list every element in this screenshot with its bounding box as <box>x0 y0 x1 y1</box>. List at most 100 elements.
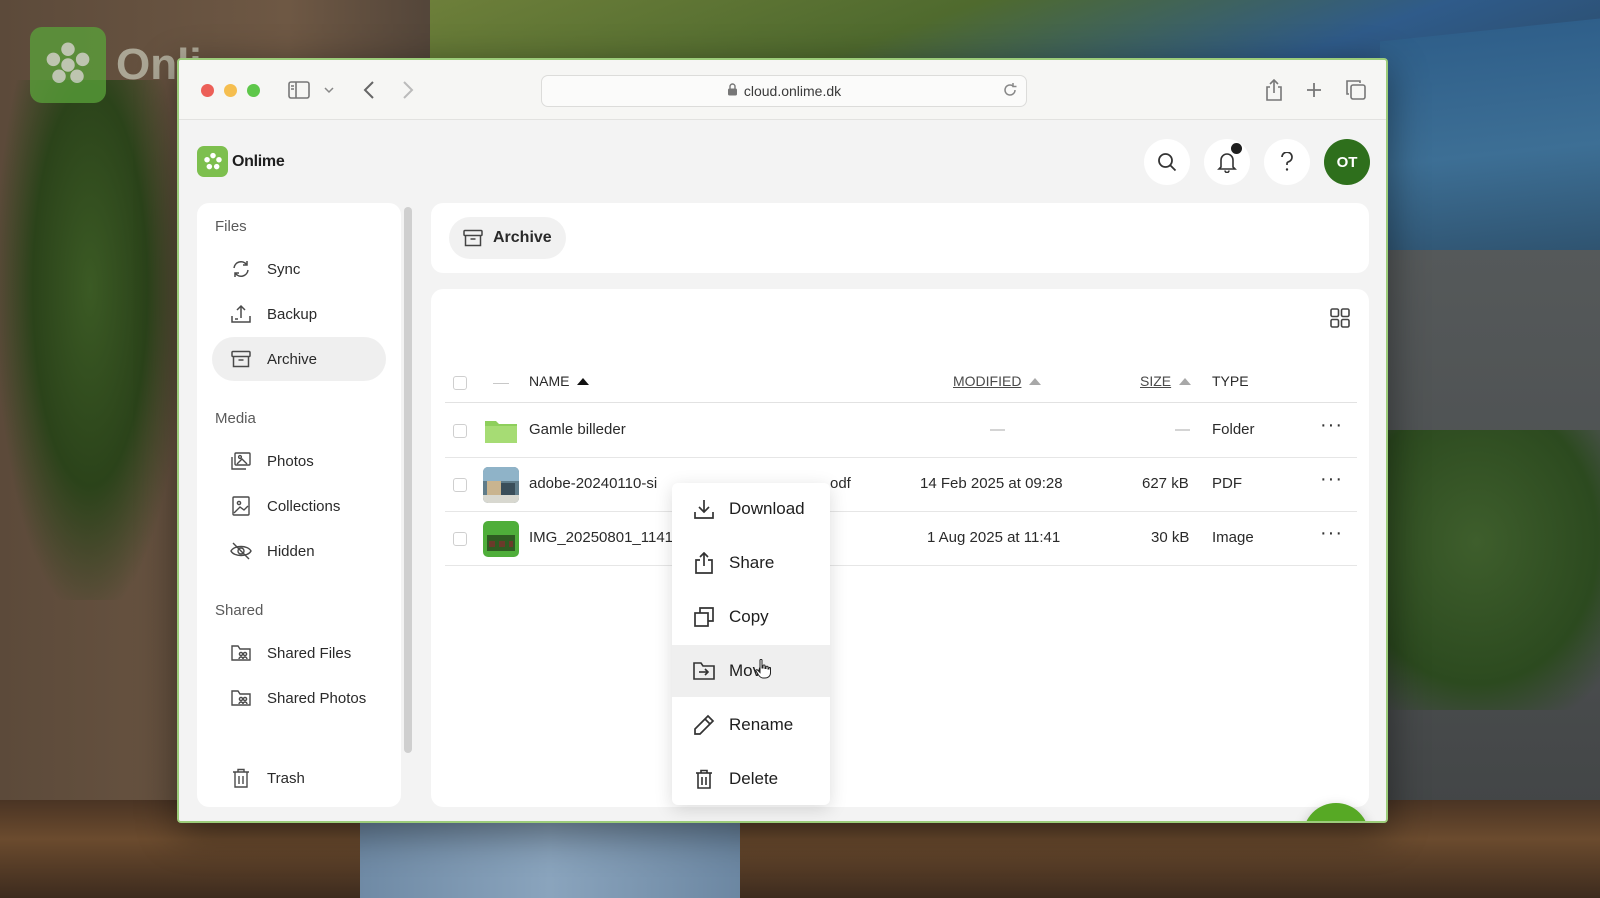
row-checkbox[interactable] <box>453 532 467 546</box>
file-modified: — <box>990 421 1005 438</box>
column-modified-label: MODIFIED <box>953 373 1022 389</box>
photos-icon <box>230 450 252 472</box>
reload-icon[interactable] <box>1002 82 1018 102</box>
search-button[interactable] <box>1144 139 1190 185</box>
menu-item-rename[interactable]: Rename <box>672 699 830 751</box>
row-more-button[interactable]: ··· <box>1320 522 1343 545</box>
bell-icon <box>1217 153 1237 173</box>
browser-toolbar: cloud.onlime.dk <box>179 60 1386 120</box>
row-checkbox[interactable] <box>453 478 467 492</box>
background-plant <box>0 80 180 600</box>
back-icon[interactable] <box>359 78 379 102</box>
download-icon <box>692 497 716 521</box>
zoom-window-button[interactable] <box>247 84 260 97</box>
url-text: cloud.onlime.dk <box>743 83 842 99</box>
menu-item-label: Delete <box>729 769 779 788</box>
breadcrumb-archive[interactable]: Archive <box>449 217 566 259</box>
search-icon <box>1158 153 1177 172</box>
column-size-label: SIZE <box>1140 373 1172 389</box>
trash-icon <box>230 767 252 789</box>
row-more-button[interactable]: ··· <box>1320 414 1343 437</box>
sort-ascending-icon <box>1179 377 1192 385</box>
row-checkbox[interactable] <box>453 424 467 438</box>
sidebar-section-media: Media <box>215 410 256 427</box>
sidebar-item-label: Collections <box>267 497 341 515</box>
menu-item-label: Rename <box>729 715 794 734</box>
lock-icon <box>727 83 738 99</box>
column-name-label: NAME <box>529 373 570 389</box>
header-divider <box>493 383 509 384</box>
sort-ascending-icon <box>1029 377 1042 385</box>
table-row[interactable]: Gamle billeder — — Folder ··· <box>445 404 1357 458</box>
sidebar-item-archive[interactable]: Archive <box>212 337 386 381</box>
file-type: PDF <box>1212 475 1242 492</box>
background-logo-icon <box>30 27 106 103</box>
sidebar-item-shared-files[interactable]: Shared Files <box>212 631 386 675</box>
flower-logo-icon <box>197 146 228 177</box>
tabs-overview-icon[interactable] <box>1344 78 1368 102</box>
background-pillow <box>1380 430 1600 710</box>
shared-photos-icon <box>230 687 252 709</box>
column-header-size[interactable]: SIZE <box>1140 373 1192 389</box>
share-icon <box>692 551 716 575</box>
avatar[interactable]: OT <box>1324 139 1370 185</box>
sidebar-item-label: Hidden <box>267 542 315 560</box>
chevron-down-icon[interactable] <box>322 78 336 102</box>
pencil-icon <box>692 713 716 737</box>
sidebar-item-trash[interactable]: Trash <box>212 756 386 800</box>
file-name[interactable]: adobe-20240110-si <box>529 475 657 492</box>
forward-icon[interactable] <box>398 78 418 102</box>
help-button[interactable] <box>1264 139 1310 185</box>
sidebar-scrollbar[interactable] <box>404 207 412 753</box>
menu-item-copy[interactable]: Copy <box>672 591 830 643</box>
sidebar-item-shared-photos[interactable]: Shared Photos <box>212 676 386 720</box>
sidebar-item-label: Photos <box>267 452 314 470</box>
grid-view-icon[interactable] <box>1329 307 1353 331</box>
sidebar-item-label: Shared Photos <box>267 689 367 707</box>
close-window-button[interactable] <box>201 84 214 97</box>
file-modified: 14 Feb 2025 at 09:28 <box>920 475 1063 492</box>
sidebar-item-label: Archive <box>267 350 318 368</box>
eye-off-icon <box>230 540 252 562</box>
brand-logo[interactable]: Onlime <box>197 146 285 177</box>
trash-icon <box>692 767 716 791</box>
select-all-checkbox[interactable] <box>453 376 467 390</box>
file-type: Folder <box>1212 421 1255 438</box>
sidebar-item-sync[interactable]: Sync <box>212 247 386 291</box>
table-row[interactable]: adobe-20240110-si odf 14 Feb 2025 at 09:… <box>445 458 1357 512</box>
sidebar-item-collections[interactable]: Collections <box>212 484 386 528</box>
shared-folder-icon <box>230 642 252 664</box>
column-header-name[interactable]: NAME <box>529 373 590 389</box>
column-type-label: TYPE <box>1212 373 1249 389</box>
sidebar-toggle-icon[interactable] <box>287 78 311 102</box>
column-header-modified[interactable]: MODIFIED <box>953 373 1042 389</box>
file-name[interactable]: Gamle billeder <box>529 421 626 438</box>
context-menu: Download Share Copy Move Rename Delete <box>672 483 830 805</box>
notifications-button[interactable] <box>1204 139 1250 185</box>
new-tab-icon[interactable] <box>1302 78 1326 102</box>
file-size: 627 kB <box>1142 475 1189 492</box>
address-bar[interactable]: cloud.onlime.dk <box>541 75 1027 107</box>
menu-item-share[interactable]: Share <box>672 537 830 589</box>
minimize-window-button[interactable] <box>224 84 237 97</box>
plus-icon <box>1322 822 1350 823</box>
file-size: — <box>1175 421 1190 438</box>
menu-item-move[interactable]: Move <box>672 645 830 697</box>
move-icon <box>692 659 716 683</box>
file-name[interactable]: IMG_20250801_1141 <box>529 529 673 546</box>
column-header-type[interactable]: TYPE <box>1212 373 1249 389</box>
row-more-button[interactable]: ··· <box>1320 468 1343 491</box>
menu-item-delete[interactable]: Delete <box>672 753 830 805</box>
file-list-pane: NAME MODIFIED SIZE TYPE Gamle billeder —… <box>431 289 1369 807</box>
sidebar-item-photos[interactable]: Photos <box>212 439 386 483</box>
file-type: Image <box>1212 529 1254 546</box>
sidebar-item-hidden[interactable]: Hidden <box>212 529 386 573</box>
sidebar-item-backup[interactable]: Backup <box>212 292 386 336</box>
breadcrumb-label: Archive <box>493 229 552 246</box>
table-row[interactable]: IMG_20250801_1141 1 Aug 2025 at 11:41 30… <box>445 512 1357 566</box>
share-page-icon[interactable] <box>1262 78 1286 102</box>
menu-item-download[interactable]: Download <box>672 483 830 535</box>
notification-badge <box>1231 143 1242 154</box>
question-icon <box>1281 152 1293 171</box>
brand-name: Onlime <box>232 152 285 170</box>
